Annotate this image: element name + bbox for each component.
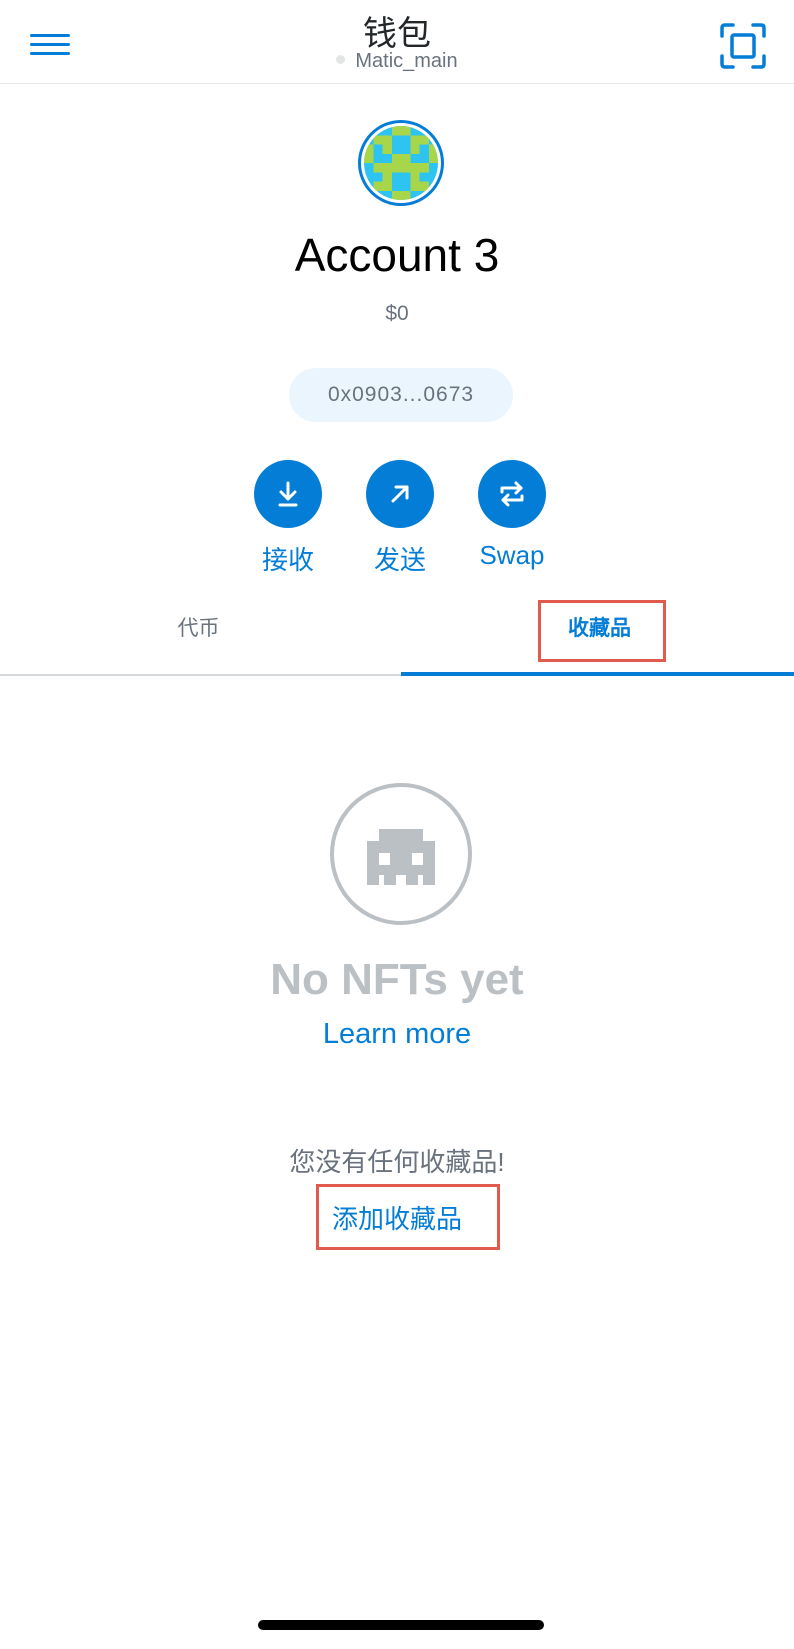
active-tab-indicator (401, 672, 794, 676)
send-label: 发送 (373, 545, 426, 575)
space-invader-nft-icon (330, 783, 472, 925)
send-button[interactable]: 发送 (345, 460, 455, 577)
swap-label: Swap (479, 540, 545, 570)
identicon-avatar-icon (364, 126, 438, 200)
app-header: 钱包 Matic_main (0, 0, 794, 84)
page-title: 钱包 (363, 15, 431, 53)
account-balance: $0 (385, 302, 409, 325)
tab-collectibles[interactable]: 收藏品 (401, 598, 794, 676)
empty-state-title: No NFTs yet (270, 955, 524, 1004)
swap-button[interactable]: Swap (457, 460, 567, 571)
account-avatar[interactable] (358, 120, 444, 206)
home-indicator[interactable] (258, 1620, 544, 1630)
receive-arrow-down-icon (254, 460, 322, 528)
receive-button[interactable]: 接收 (233, 460, 343, 577)
account-address-pill[interactable]: 0x0903...0673 (289, 368, 513, 422)
account-name[interactable]: Account 3 (0, 228, 794, 282)
receive-label: 接收 (261, 545, 314, 575)
send-arrow-up-right-icon (366, 460, 434, 528)
network-selector[interactable]: Matic_main (0, 50, 794, 73)
tab-tokens[interactable]: 代币 (0, 598, 397, 676)
swap-arrows-icon (478, 460, 546, 528)
wallet-tabs: 代币 收藏品 (0, 598, 794, 676)
no-collectibles-text: 您没有任何收藏品! (289, 1147, 505, 1177)
qr-scan-icon[interactable] (719, 22, 767, 70)
network-name: Matic_main (355, 50, 458, 72)
add-collectibles-link[interactable]: 添加收藏品 (0, 1199, 794, 1236)
learn-more-link[interactable]: Learn more (0, 1018, 794, 1051)
network-status-dot (336, 55, 346, 65)
